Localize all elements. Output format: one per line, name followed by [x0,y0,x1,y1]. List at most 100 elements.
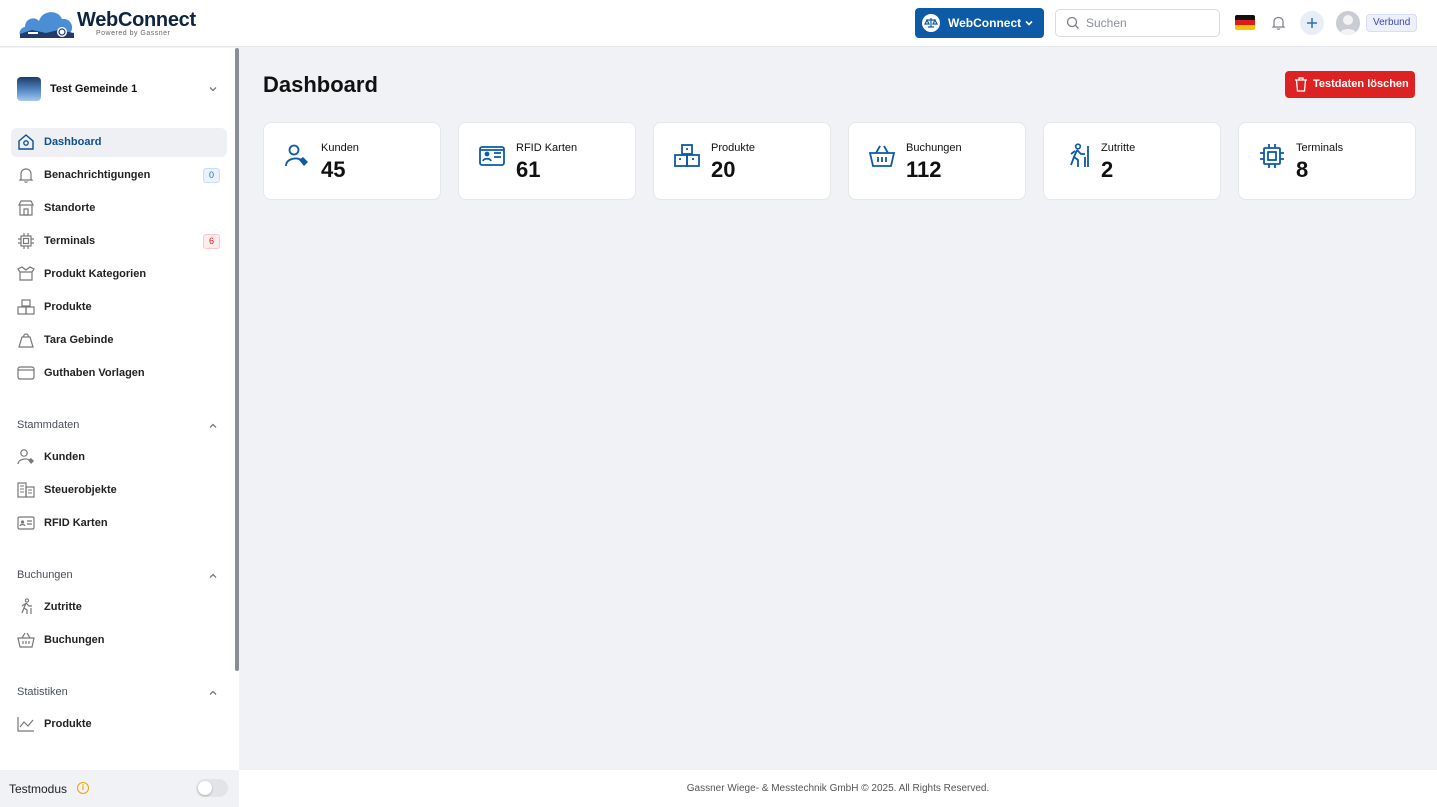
chip-icon [1260,144,1284,168]
sidebar-item-label: Produkte [44,301,92,313]
sidebar-item-produkt-kategorien[interactable]: Produkt Kategorien [11,260,227,289]
toggle-knob [198,781,212,795]
sidebar-item-label: Benachrichtigungen [44,169,151,181]
section-title: Statistiken [17,686,68,698]
bell-icon [18,168,34,183]
basket-icon [17,632,35,648]
info-icon[interactable]: i [77,782,89,794]
bag-icon [18,333,34,348]
search-box[interactable] [1055,9,1220,37]
tenant-name: Test Gemeinde 1 [50,83,138,95]
store-icon [18,200,34,216]
app-switcher-label: WebConnect [948,16,1022,30]
testmodus-toggle[interactable] [196,779,228,797]
stat-card-buchungen[interactable]: Buchungen 112 [848,122,1026,200]
id-card-icon [479,146,505,166]
boxes-icon [674,144,700,167]
boxes-icon [17,299,35,315]
stat-value: 2 [1101,157,1114,182]
stat-card-rfid-karten[interactable]: RFID Karten 61 [458,122,636,200]
search-icon [1066,16,1079,29]
testmodus-label: Testmodus [9,782,68,796]
sidebar-item-terminals[interactable]: Terminals 6 [11,227,227,256]
sidebar-item-label: Zutritte [44,601,82,613]
stat-value: 112 [906,157,942,182]
home-icon [18,134,34,150]
sidebar-item-dashboard[interactable]: Dashboard [11,128,227,157]
stat-card-produkte[interactable]: Produkte 20 [653,122,831,200]
sidebar-scrollbar[interactable] [235,48,239,671]
verbund-badge[interactable]: Verbund [1366,14,1418,32]
sidebar-item-guthaben-vorlagen[interactable]: Guthaben Vorlagen [11,359,227,388]
box-open-icon [17,266,35,281]
sidebar-item-label: Produkt Kategorien [44,268,147,280]
add-button[interactable] [1300,11,1324,35]
delete-testdata-label: Testdaten löschen [1313,78,1409,90]
stat-card-terminals[interactable]: Terminals 8 [1238,122,1416,200]
chevron-up-icon [209,573,217,578]
stat-card-kunden[interactable]: Kunden 45 [263,122,441,200]
section-title: Buchungen [17,569,73,581]
user-avatar[interactable] [1336,11,1360,35]
basket-icon [869,145,895,167]
count-badge: 0 [203,168,220,183]
tenant-image [17,77,41,101]
chevron-down-icon [209,87,217,92]
sidebar-item-benachrichtigungen[interactable]: Benachrichtigungen 0 [11,161,227,190]
footer: Gassner Wiege- & Messtechnik GmbH © 2025… [239,770,1437,807]
section-buchungen[interactable]: Buchungen [17,569,227,583]
stat-label: Produkte [711,142,756,154]
user-tag-icon [285,144,308,167]
building-icon [17,482,35,498]
search-input[interactable] [1086,15,1211,31]
page-title: Dashboard [263,72,378,97]
sidebar-item-label: Terminals [44,235,96,247]
person-walking-icon [21,598,32,614]
sidebar-item-statistik-produkte[interactable]: Produkte [11,710,227,739]
stat-value: 45 [321,157,346,182]
stat-label: Zutritte [1101,142,1136,154]
wallet-icon [17,366,35,380]
sidebar-item-label: Steuerobjekte [44,484,117,496]
language-flag-de-icon[interactable] [1235,15,1255,30]
chevron-up-icon [209,690,217,695]
id-card-icon [17,516,35,530]
chevron-up-icon [209,423,217,428]
stat-value: 8 [1296,157,1309,182]
cloud-logo-icon [19,12,74,38]
sidebar-item-label: Kunden [44,451,85,463]
sidebar-item-buchungen[interactable]: Buchungen [11,626,227,655]
sidebar-item-produkte[interactable]: Produkte [11,293,227,322]
notification-bell-icon[interactable] [1270,14,1287,31]
logo-subtitle: Powered by Gassner [96,30,171,37]
section-statistiken[interactable]: Statistiken [17,686,227,700]
sidebar-item-label: Dashboard [44,136,102,148]
stat-label: Buchungen [906,142,962,154]
trash-icon [1295,77,1307,92]
logo-title: WebConnect [77,9,196,31]
user-tag-icon [17,449,34,465]
sidebar-item-tara-gebinde[interactable]: Tara Gebinde [11,326,227,355]
tenant-selector[interactable]: Test Gemeinde 1 [17,77,227,101]
testmodus-bar: Testmodus i [0,770,239,807]
sidebar-item-rfid-karten[interactable]: RFID Karten [11,509,227,538]
delete-testdata-button[interactable]: Testdaten löschen [1285,71,1415,98]
sidebar-item-label: Guthaben Vorlagen [44,367,145,379]
section-title: Stammdaten [17,419,80,431]
stat-label: RFID Karten [516,142,578,154]
chevron-down-icon [1025,20,1033,26]
app-switcher-button[interactable]: WebConnect [915,8,1044,38]
stat-card-zutritte[interactable]: Zutritte 2 [1043,122,1221,200]
top-header: WebConnect Powered by Gassner WebConnect… [0,0,1437,47]
section-stammdaten[interactable]: Stammdaten [17,419,227,433]
app-logo[interactable]: WebConnect Powered by Gassner [18,6,196,40]
sidebar-item-label: Standorte [44,202,96,214]
sidebar-item-steuerobjekte[interactable]: Steuerobjekte [11,476,227,505]
sidebar-item-standorte[interactable]: Standorte [11,194,227,223]
chip-icon [18,233,34,249]
sidebar-item-kunden[interactable]: Kunden [11,443,227,472]
sidebar-item-zutritte[interactable]: Zutritte [11,593,227,622]
sidebar-item-label: RFID Karten [44,517,108,529]
stat-label: Kunden [321,142,359,154]
sidebar-item-label: Buchungen [44,634,105,646]
